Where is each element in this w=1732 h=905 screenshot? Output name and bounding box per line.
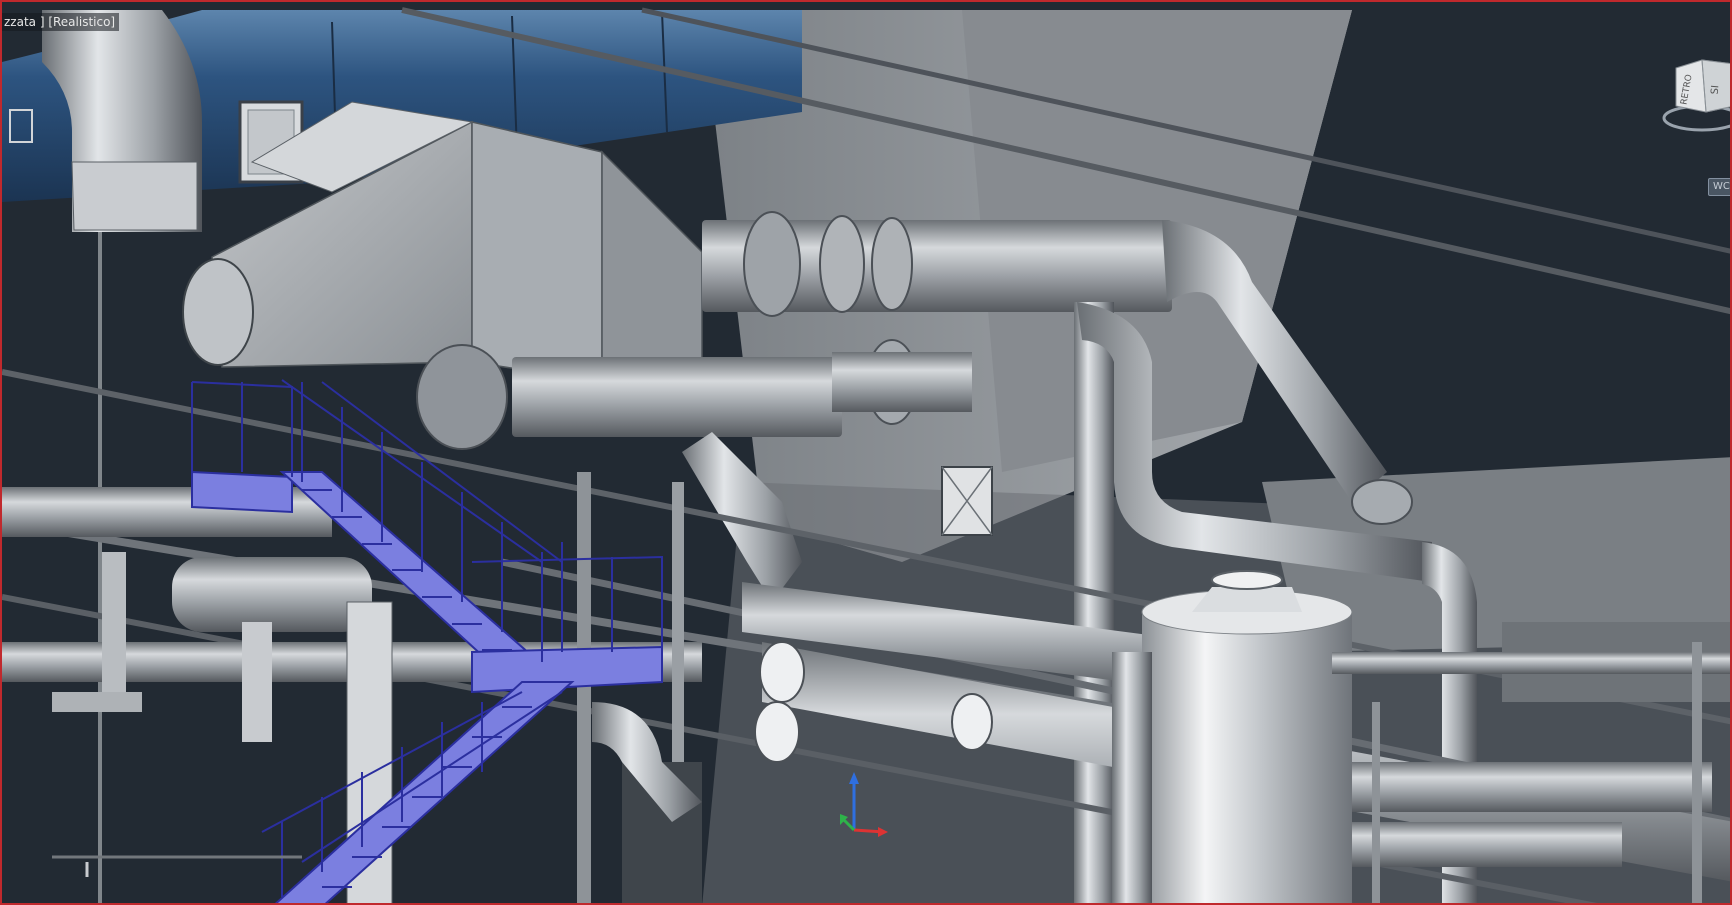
- vertical-tank[interactable]: [1142, 612, 1352, 905]
- stair-landing-upper[interactable]: [191, 470, 293, 514]
- left-drum[interactable]: [172, 557, 372, 632]
- tank-nozzle[interactable]: [1211, 570, 1283, 590]
- gray-elbow-square: [71, 161, 198, 231]
- viewcube-icon[interactable]: RETRO SI: [1662, 50, 1732, 138]
- model-viewport[interactable]: zzata ] [Realistico] RETRO SI WCS: [0, 0, 1732, 905]
- wcs-menu-button[interactable]: WCS: [1708, 178, 1730, 196]
- ucs-axis-icon: [840, 772, 888, 837]
- viewport-label[interactable]: zzata ] [Realistico]: [2, 13, 120, 31]
- vertical-riser-1[interactable]: [1074, 302, 1114, 905]
- viewcube-side-face[interactable]: SI: [1710, 85, 1722, 95]
- hood-inlet[interactable]: [182, 258, 254, 366]
- lower-header-pipe[interactable]: [512, 357, 842, 437]
